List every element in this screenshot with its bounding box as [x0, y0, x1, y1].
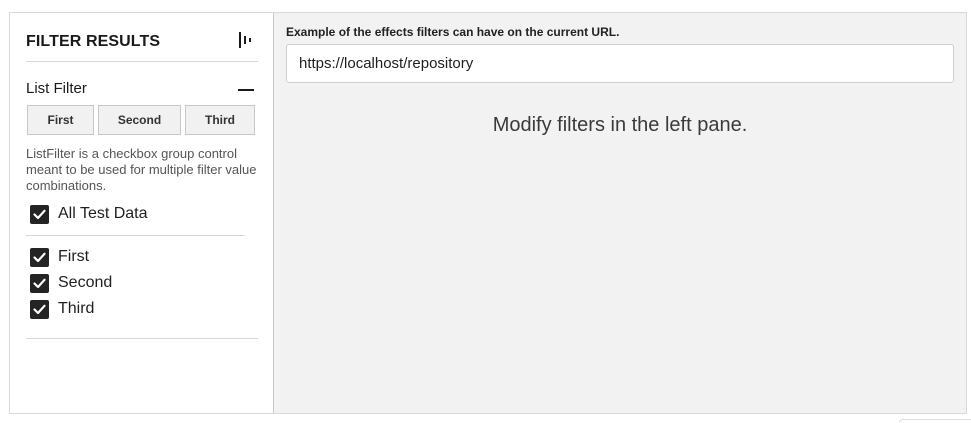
list-filter-title: List Filter [26, 80, 87, 97]
list-filter-header[interactable]: List Filter [26, 79, 258, 101]
third-button[interactable]: Third [185, 105, 255, 135]
main-content-pane: Example of the effects filters can have … [274, 13, 966, 413]
checkbox-label: All Test Data [58, 205, 148, 222]
checkbox-first[interactable]: First [30, 247, 89, 267]
checkbox-label: First [58, 248, 90, 265]
offscreen-element-edge [899, 419, 971, 423]
first-button[interactable]: First [27, 105, 94, 135]
minus-icon[interactable] [238, 89, 254, 91]
divider [26, 235, 245, 236]
checkbox-checked-icon[interactable] [30, 273, 49, 293]
checkbox-checked-icon[interactable] [30, 299, 49, 319]
app-frame: FILTER RESULTS List Filter First Second … [9, 12, 967, 414]
url-caption: Example of the effects filters can have … [286, 25, 620, 39]
divider [26, 338, 258, 339]
collapse-pane-icon[interactable] [236, 30, 254, 50]
url-input[interactable] [286, 44, 954, 83]
checkbox-checked-icon[interactable] [30, 204, 49, 224]
checkbox-third[interactable]: Third [30, 299, 94, 319]
checkbox-checked-icon[interactable] [30, 247, 49, 267]
second-button[interactable]: Second [98, 105, 181, 135]
preset-button-group: First Second Third [27, 105, 255, 135]
checkbox-second[interactable]: Second [30, 273, 112, 293]
checkbox-label: Third [58, 300, 95, 317]
filter-sidebar: FILTER RESULTS List Filter First Second … [10, 13, 274, 413]
sidebar-header: FILTER RESULTS [26, 30, 258, 62]
checkbox-label: Second [58, 274, 113, 291]
list-filter-description: ListFilter is a checkbox group control m… [26, 146, 257, 193]
empty-state-message: Modify filters in the left pane. [492, 114, 748, 136]
checkbox-all-test-data[interactable]: All Test Data [30, 204, 148, 224]
sidebar-title: FILTER RESULTS [26, 33, 161, 50]
